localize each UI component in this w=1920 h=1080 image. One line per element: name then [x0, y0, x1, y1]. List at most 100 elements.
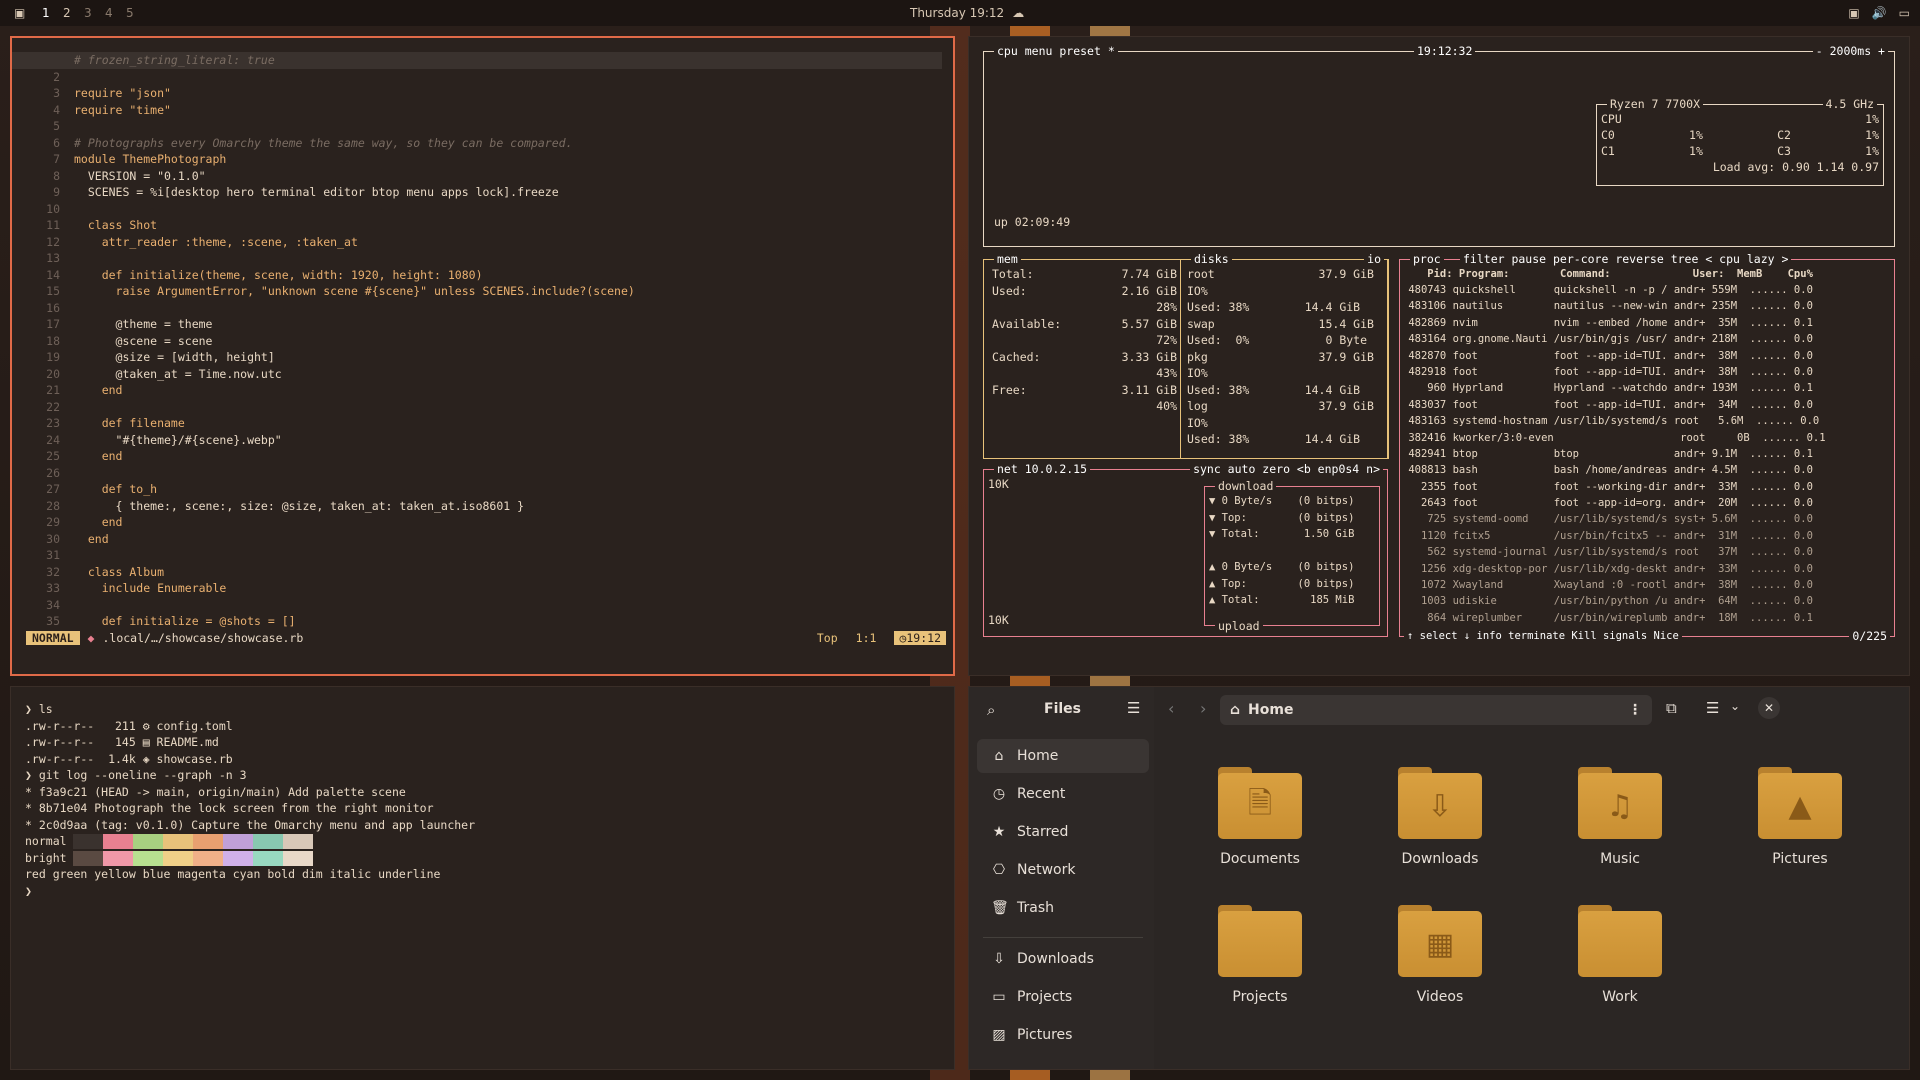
code-line[interactable]: @size = [width, height] [12, 349, 942, 366]
process-row[interactable]: 482869 nvim nvim --embed /home andr+ 35M… [1402, 315, 1892, 331]
terminal-window[interactable]: ❯ ls .rw-r--r-- 211 ⚙ config.toml .rw-r--r… [10, 686, 955, 1070]
process-row[interactable]: 1120 fcitx5 /usr/bin/fcitx5 -- andr+ 31M… [1402, 528, 1892, 544]
code-line[interactable]: def initialize = @shots = [] [12, 613, 942, 630]
btop-window[interactable]: cpu menu preset * 19:12:32 - 2000ms + Ry… [968, 36, 1910, 676]
sidebar-item-network[interactable]: ⎔ Network [977, 853, 1149, 887]
sidebar-item-starred[interactable]: ★ Starred [977, 815, 1149, 849]
process-row[interactable]: 482870 foot foot --app-id=TUI. andr+ 38M… [1402, 348, 1892, 364]
code-line[interactable] [12, 399, 942, 416]
code-line[interactable]: def to_h [12, 481, 942, 498]
process-row[interactable]: 1256 xdg-desktop-por /usr/lib/xdg-deskt … [1402, 561, 1892, 577]
proc-options[interactable]: filter pause per-core reverse tree < cpu… [1460, 252, 1792, 266]
folder-documents[interactable]: 🗎 Documents [1190, 767, 1330, 867]
folder-videos[interactable]: ▦ Videos [1370, 905, 1510, 1005]
code-line[interactable] [12, 465, 942, 482]
network-icon[interactable]: ▭ [1899, 6, 1910, 20]
cpu-menu[interactable]: menu [1025, 44, 1053, 58]
code-area[interactable]: # frozen_string_literal: true require "js… [12, 52, 942, 630]
editor-window[interactable]: 1234567891011121314151617181920212223242… [10, 36, 955, 676]
menu-icon[interactable]: ☰ [1127, 699, 1140, 717]
process-row[interactable]: 483163 systemd-hostnam /usr/lib/systemd/… [1402, 413, 1892, 429]
code-line[interactable]: class Shot [12, 217, 942, 234]
code-line[interactable] [12, 201, 942, 218]
process-row[interactable]: 482941 btop btop andr+ 9.1M ...... 0.1 [1402, 446, 1892, 462]
code-line[interactable] [12, 300, 942, 317]
sidebar-item-trash[interactable]: 🗑 Trash [977, 891, 1149, 925]
code-line[interactable]: raise ArgumentError, "unknown scene #{sc… [12, 283, 942, 300]
code-line[interactable]: @theme = theme [12, 316, 942, 333]
code-line[interactable]: # frozen_string_literal: true [12, 52, 942, 69]
code-line[interactable] [12, 69, 942, 86]
workspace-icon[interactable]: ▣ [14, 6, 25, 20]
process-row[interactable]: 2355 foot foot --working-dir andr+ 33M .… [1402, 479, 1892, 495]
folder-pictures[interactable]: ▲ Pictures [1730, 767, 1870, 867]
process-row[interactable]: 480743 quickshell quickshell -n -p / and… [1402, 282, 1892, 298]
code-line[interactable]: include Enumerable [12, 580, 942, 597]
process-row[interactable]: 2643 foot foot --app-id=org. andr+ 20M .… [1402, 495, 1892, 511]
code-line[interactable] [12, 597, 942, 614]
process-row[interactable]: 1003 udiskie /usr/bin/python /u andr+ 64… [1402, 593, 1892, 609]
code-line[interactable] [12, 250, 942, 267]
code-line[interactable]: end [12, 531, 942, 548]
terminal-output[interactable]: ❯ ls .rw-r--r-- 211 ⚙ config.toml .rw-r--r… [25, 701, 925, 899]
workspace-5[interactable]: 5 [123, 6, 136, 20]
net-options[interactable]: sync auto zero <b enp0s4 n> [1190, 462, 1383, 476]
cpu-rate[interactable]: - 2000ms + [1812, 44, 1888, 58]
code-line[interactable]: require "time" [12, 102, 942, 119]
chevron-down-icon[interactable]: ⌄ [1730, 699, 1740, 713]
back-icon[interactable]: ‹ [1168, 699, 1174, 718]
files-window[interactable]: ⌕ Files ☰ ⌂ Home ◷ Recent ★ Starred ⎔ Network 🗑 T… [968, 686, 1910, 1070]
process-row[interactable]: 864 wireplumber /usr/bin/wireplumb andr+… [1402, 610, 1892, 626]
folder-work[interactable]: Work [1550, 905, 1690, 1005]
code-line[interactable]: end [12, 448, 942, 465]
folder-music[interactable]: ♫ Music [1550, 767, 1690, 867]
process-row[interactable]: 960 Hyprland Hyprland --watchdo andr+ 19… [1402, 380, 1892, 396]
forward-icon[interactable]: › [1200, 699, 1206, 718]
process-row[interactable]: 408813 bash bash /home/andreas andr+ 4.5… [1402, 462, 1892, 478]
sidebar-item-recent[interactable]: ◷ Recent [977, 777, 1149, 811]
process-row[interactable]: 483106 nautilus nautilus --new-win andr+… [1402, 298, 1892, 314]
code-line[interactable]: end [12, 382, 942, 399]
code-line[interactable]: @scene = scene [12, 333, 942, 350]
proc-rows[interactable]: 480743 quickshell quickshell -n -p / and… [1402, 282, 1892, 626]
code-line[interactable]: { theme:, scene:, size: @size, taken_at:… [12, 498, 942, 515]
screen-icon[interactable]: ▣ [1848, 6, 1859, 20]
proc-footer[interactable]: ↑ select ↓ info terminate Kill signals N… [1404, 629, 1682, 643]
location-menu-icon[interactable]: ⋮ [1628, 702, 1642, 718]
code-line[interactable]: require "json" [12, 85, 942, 102]
process-row[interactable]: 483164 org.gnome.Nauti /usr/bin/gjs /usr… [1402, 331, 1892, 347]
code-line[interactable]: @taken_at = Time.now.utc [12, 366, 942, 383]
camera-icon[interactable]: ⧉ [1666, 699, 1677, 717]
code-line[interactable]: VERSION = "0.1.0" [12, 168, 942, 185]
process-row[interactable]: 562 systemd-journal /usr/lib/systemd/s r… [1402, 544, 1892, 560]
process-row[interactable]: 1072 Xwayland Xwayland :0 -rootl andr+ 3… [1402, 577, 1892, 593]
folder-projects[interactable]: Projects [1190, 905, 1330, 1005]
sidebar-item-pictures[interactable]: ▨ Pictures [977, 1018, 1149, 1052]
code-line[interactable]: # Photographs every Omarchy theme the sa… [12, 135, 942, 152]
process-row[interactable]: 482918 foot foot --app-id=TUI. andr+ 38M… [1402, 364, 1892, 380]
process-row[interactable]: 483037 foot foot --app-id=TUI. andr+ 34M… [1402, 397, 1892, 413]
code-line[interactable] [12, 118, 942, 135]
sidebar-item-home[interactable]: ⌂ Home [977, 739, 1149, 773]
code-line[interactable]: def filename [12, 415, 942, 432]
sidebar-item-projects[interactable]: ▭ Projects [977, 980, 1149, 1014]
process-row[interactable]: 725 systemd-oomd /usr/lib/systemd/s syst… [1402, 511, 1892, 527]
list-view-icon[interactable]: ☰ [1706, 699, 1719, 717]
workspace-2[interactable]: 2 [60, 6, 73, 20]
code-line[interactable]: module ThemePhotograph [12, 151, 942, 168]
code-line[interactable]: def initialize(theme, scene, width: 1920… [12, 267, 942, 284]
code-line[interactable]: class Album [12, 564, 942, 581]
location-bar[interactable]: ⌂ Home ⋮ [1220, 695, 1652, 725]
folder-downloads[interactable]: ⇩ Downloads [1370, 767, 1510, 867]
workspace-1[interactable]: 1 [39, 6, 52, 20]
workspace-4[interactable]: 4 [102, 6, 115, 20]
process-row[interactable]: 382416 kworker/3:0-even root 0B ...... 0… [1402, 430, 1892, 446]
cpu-preset[interactable]: preset * [1059, 44, 1114, 58]
close-icon[interactable]: ✕ [1758, 697, 1780, 719]
code-line[interactable] [12, 547, 942, 564]
workspace-3[interactable]: 3 [81, 6, 94, 20]
sidebar-item-downloads[interactable]: ⇩ Downloads [977, 942, 1149, 976]
code-line[interactable]: SCENES = %i[desktop hero terminal editor… [12, 184, 942, 201]
code-line[interactable]: "#{theme}/#{scene}.webp" [12, 432, 942, 449]
clock[interactable]: Thursday 19:12 ☁ [910, 6, 1024, 20]
